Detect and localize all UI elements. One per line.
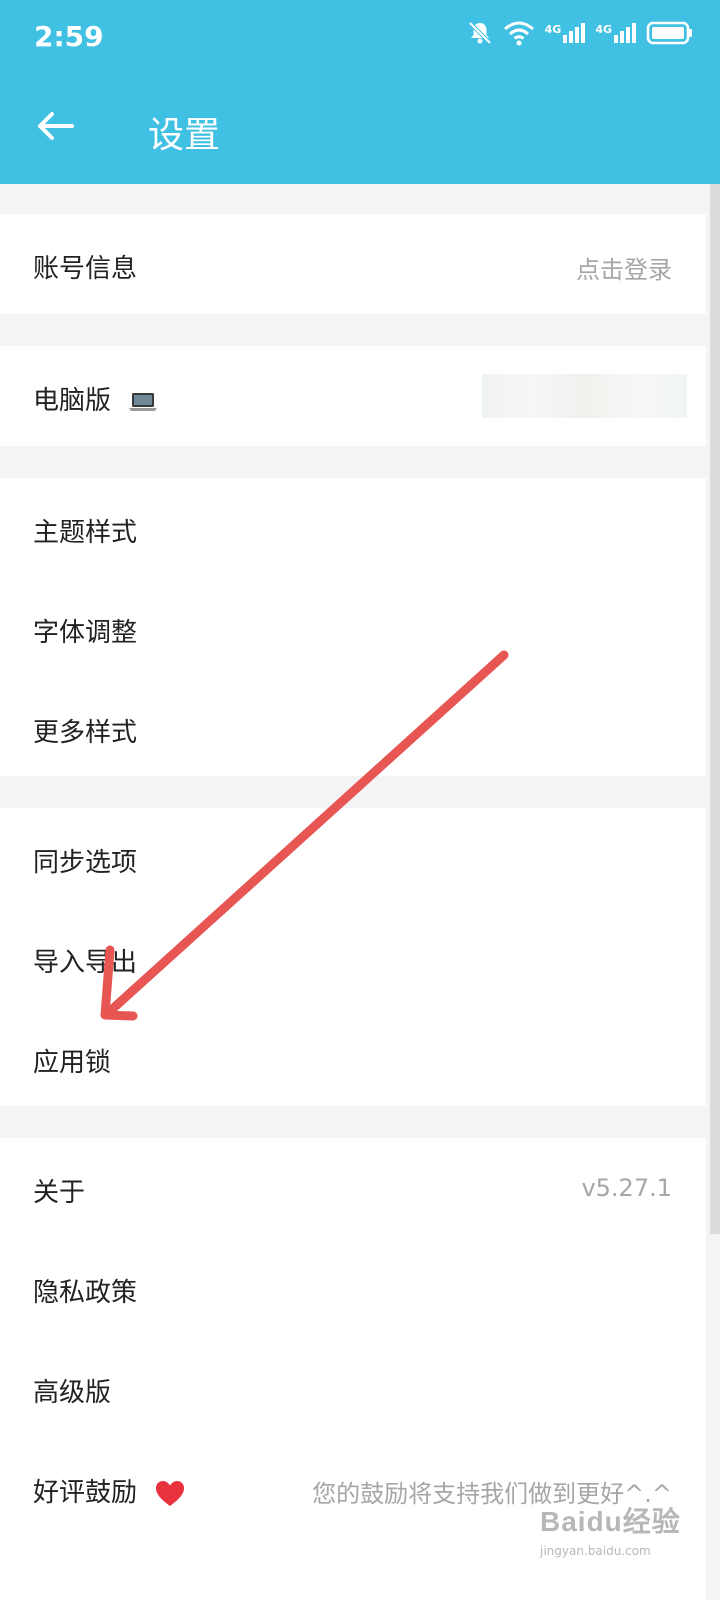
setting-label: 应用锁 — [33, 1048, 112, 1078]
setting-label-wrap: 好评鼓励 — [33, 1472, 185, 1509]
signal-4g-icon: 4G — [545, 23, 586, 43]
setting-label: 同步选项 — [33, 848, 138, 878]
setting-label: 高级版 — [33, 1378, 112, 1408]
setting-label: 隐私政策 — [33, 1278, 138, 1308]
app-header: 2:59 4G 4G 设置 — [0, 0, 720, 184]
setting-label: 好评鼓励 — [33, 1478, 138, 1508]
blurred-value — [482, 374, 687, 418]
setting-row-about[interactable]: 关于 v5.27.1 — [0, 1138, 706, 1238]
setting-row-theme[interactable]: 主题样式 — [0, 478, 706, 578]
setting-label: 账号信息 — [33, 254, 138, 284]
status-time: 2:59 — [34, 20, 104, 53]
settings-group-data: 同步选项 导入导出 应用锁 — [0, 808, 706, 1106]
setting-row-account[interactable]: 账号信息 点击登录 — [0, 214, 706, 314]
setting-row-privacy[interactable]: 隐私政策 — [0, 1238, 706, 1338]
network-type-label: 4G — [595, 23, 612, 36]
version-text: v5.27.1 — [581, 1174, 672, 1202]
back-button[interactable] — [28, 98, 84, 154]
status-bar: 2:59 4G 4G — [0, 0, 720, 76]
watermark: Baidu经验 jingyan.baidu.com — [540, 1500, 681, 1558]
setting-row-import-export[interactable]: 导入导出 — [0, 908, 706, 1008]
watermark-url: jingyan.baidu.com — [540, 1544, 651, 1558]
setting-row-premium[interactable]: 高级版 — [0, 1338, 706, 1438]
laptop-icon — [129, 392, 158, 411]
setting-label: 字体调整 — [33, 618, 138, 648]
heart-icon — [156, 1480, 185, 1506]
wifi-icon — [503, 21, 534, 46]
network-type-label: 4G — [544, 23, 562, 36]
toolbar: 设置 — [0, 76, 720, 184]
setting-row-sync[interactable]: 同步选项 — [0, 808, 706, 908]
setting-label: 主题样式 — [33, 518, 138, 548]
page-title: 设置 — [148, 115, 221, 156]
watermark-logo: Baidu经验 — [540, 1506, 681, 1537]
setting-row-app-lock[interactable]: 应用锁 — [0, 1008, 706, 1108]
setting-label-wrap: 电脑版 — [33, 380, 159, 417]
battery-icon — [646, 21, 692, 45]
status-icons: 4G 4G — [467, 20, 694, 46]
setting-label: 电脑版 — [33, 386, 112, 416]
bell-mute-icon — [468, 21, 492, 45]
setting-row-font[interactable]: 字体调整 — [0, 578, 706, 678]
arrow-left-icon — [38, 112, 74, 140]
signal-4g-icon: 4G — [595, 23, 636, 43]
setting-label: 关于 — [33, 1178, 86, 1208]
setting-row-more-styles[interactable]: 更多样式 — [0, 678, 706, 778]
login-link[interactable]: 点击登录 — [576, 250, 672, 285]
settings-group-account: 账号信息 点击登录 — [0, 214, 706, 314]
scrollbar[interactable] — [710, 184, 720, 1234]
setting-label: 更多样式 — [33, 718, 138, 748]
setting-label: 导入导出 — [33, 948, 138, 978]
settings-group-style: 主题样式 字体调整 更多样式 — [0, 478, 706, 776]
